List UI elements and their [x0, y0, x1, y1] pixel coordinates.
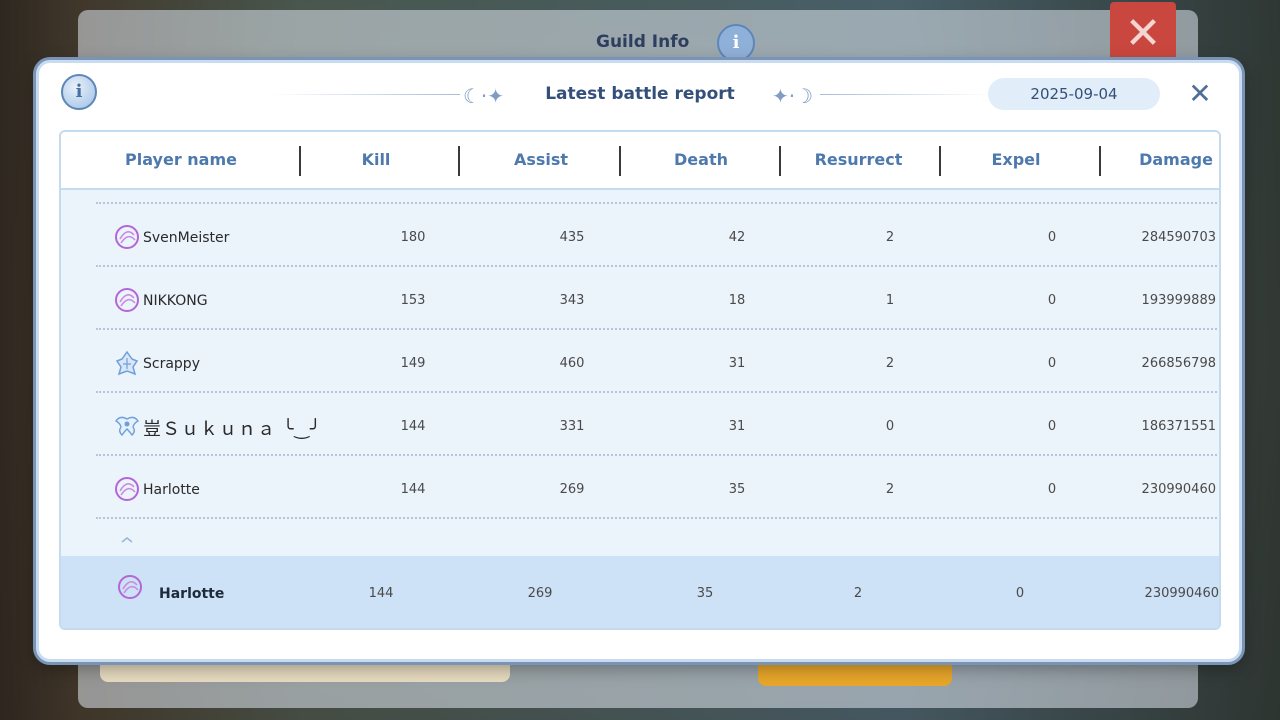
guild-close-button[interactable]: ✕	[1110, 2, 1176, 66]
resurrect-value: 2	[853, 586, 863, 601]
expel-value: 0	[1047, 230, 1057, 245]
title-divider-left	[270, 94, 460, 95]
close-icon[interactable]: ✕	[1186, 80, 1214, 108]
expel-value: 0	[1047, 482, 1057, 497]
assist-value: 435	[559, 230, 585, 245]
death-value: 35	[728, 482, 746, 497]
moon-ornament-left-icon: ☾·✦	[463, 84, 505, 108]
header-kill: Kill	[361, 150, 391, 169]
header-resurrect: Resurrect	[814, 150, 903, 169]
table-row[interactable]: Harlotte 144 269 35 2 0 230990460	[96, 454, 1219, 519]
expel-value: 0	[1015, 586, 1025, 601]
partial-emblem-icon	[121, 537, 133, 543]
assist-value: 269	[527, 586, 553, 601]
header-death: Death	[674, 150, 728, 169]
expel-value: 0	[1047, 293, 1057, 308]
damage-value: 186371551	[1141, 419, 1216, 434]
battle-report-table: Player name Kill Assist Death Resurrect …	[59, 130, 1221, 630]
resurrect-value: 0	[885, 419, 895, 434]
player-name: Harlotte	[159, 586, 225, 602]
header-assist: Assist	[513, 150, 569, 169]
table-header: Player name Kill Assist Death Resurrect …	[61, 132, 1219, 190]
damage-value: 230990460	[1141, 482, 1216, 497]
header-separator	[299, 146, 301, 176]
header-separator	[779, 146, 781, 176]
kill-value: 144	[400, 482, 426, 497]
title-divider-right	[820, 94, 990, 95]
table-row[interactable]: SvenMeister 180 435 42 2 0 284590703	[96, 202, 1219, 267]
resurrect-value: 2	[885, 482, 895, 497]
guild-bottom-bar	[100, 662, 510, 682]
expel-value: 0	[1047, 356, 1057, 371]
assist-value: 331	[559, 419, 585, 434]
info-icon[interactable]: i	[61, 74, 97, 110]
blue-crystal-icon	[115, 350, 139, 376]
assist-value: 269	[559, 482, 585, 497]
kill-value: 153	[400, 293, 426, 308]
report-date[interactable]: 2025-09-04	[988, 78, 1160, 110]
header-separator	[1099, 146, 1101, 176]
header-expel: Expel	[991, 150, 1041, 169]
player-name: SvenMeister	[143, 230, 230, 246]
purple-emblem-icon	[118, 575, 142, 599]
player-name: 豈Ｓｕｋｕｎａ ╰‿╯	[143, 419, 322, 440]
death-value: 31	[728, 356, 746, 371]
death-value: 31	[728, 419, 746, 434]
expel-value: 0	[1047, 419, 1057, 434]
resurrect-value: 1	[885, 293, 895, 308]
moon-ornament-right-icon: ✦·☽	[772, 84, 814, 108]
blue-wings-icon	[114, 416, 140, 437]
kill-value: 149	[400, 356, 426, 371]
resurrect-value: 2	[885, 356, 895, 371]
dialog-title: Latest battle report	[545, 84, 735, 104]
guild-bottom-button[interactable]	[758, 662, 952, 686]
damage-value: 230990460	[1144, 586, 1219, 601]
table-row[interactable]: NIKKONG 153 343 18 1 0 193999889	[96, 265, 1219, 330]
assist-value: 343	[559, 293, 585, 308]
purple-emblem-icon	[115, 225, 139, 249]
table-row[interactable]: 豈Ｓｕｋｕｎａ ╰‿╯ 144 331 31 0 0 186371551	[96, 391, 1219, 456]
player-name: Harlotte	[143, 482, 200, 498]
death-value: 42	[728, 230, 746, 245]
death-value: 35	[696, 586, 714, 601]
table-row[interactable]: Scrappy 149 460 31 2 0 266856798	[96, 328, 1219, 393]
header-separator	[939, 146, 941, 176]
self-player-row[interactable]: Harlotte 144 269 35 2 0 230990460	[61, 556, 1219, 628]
header-damage: Damage	[1139, 150, 1213, 169]
guild-info-title: Guild Info	[596, 32, 690, 52]
resurrect-value: 2	[885, 230, 895, 245]
damage-value: 284590703	[1141, 230, 1216, 245]
death-value: 18	[728, 293, 746, 308]
table-row-partial	[96, 517, 1219, 543]
purple-emblem-icon	[115, 288, 139, 312]
header-player-name: Player name	[125, 150, 237, 169]
kill-value: 144	[368, 586, 394, 601]
purple-emblem-icon	[115, 477, 139, 501]
damage-value: 193999889	[1141, 293, 1216, 308]
player-name: NIKKONG	[143, 293, 208, 309]
assist-value: 460	[559, 356, 585, 371]
header-separator	[458, 146, 460, 176]
guild-info-icon[interactable]: i	[717, 24, 755, 62]
kill-value: 144	[400, 419, 426, 434]
player-name: Scrappy	[143, 356, 200, 372]
damage-value: 266856798	[1141, 356, 1216, 371]
header-separator	[619, 146, 621, 176]
kill-value: 180	[400, 230, 426, 245]
